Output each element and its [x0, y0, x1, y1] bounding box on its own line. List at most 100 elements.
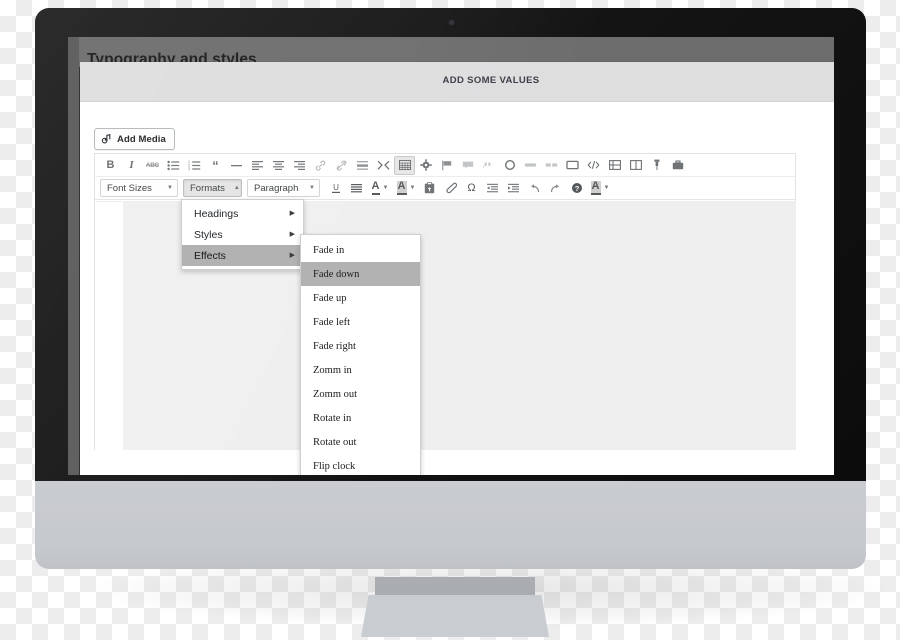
- underline-button[interactable]: U: [325, 179, 346, 198]
- monitor-chin: [35, 481, 866, 569]
- chevron-up-icon: ▲: [233, 185, 240, 191]
- add-media-icon: [101, 133, 112, 145]
- clear-formatting-button[interactable]: [440, 179, 461, 198]
- menu-item-headings[interactable]: Headings ▶: [182, 203, 303, 224]
- extra-color-button[interactable]: A ▼: [587, 179, 613, 198]
- menu-item-styles[interactable]: Styles ▶: [182, 224, 303, 245]
- chevron-down-icon: ▼: [382, 185, 389, 191]
- italic-button[interactable]: I: [121, 156, 142, 175]
- flag-icon-button[interactable]: [436, 156, 457, 175]
- align-center-button[interactable]: [268, 156, 289, 175]
- background-color-a-glyph: A: [396, 181, 407, 195]
- effects-item-fade-left[interactable]: Fade left: [301, 310, 420, 334]
- align-right-button[interactable]: [289, 156, 310, 175]
- effects-item-zomm-in[interactable]: Zomm in: [301, 358, 420, 382]
- insert-link-button[interactable]: [310, 156, 331, 175]
- briefcase-icon-button[interactable]: [667, 156, 688, 175]
- effects-item-fade-right[interactable]: Fade right: [301, 334, 420, 358]
- settings-gear-button[interactable]: [415, 156, 436, 175]
- bulleted-list-button[interactable]: [163, 156, 184, 175]
- menu-item-effects[interactable]: Effects ▶: [182, 245, 303, 266]
- chevron-down-icon: ▼: [309, 185, 315, 191]
- special-character-button[interactable]: Ω: [461, 179, 482, 198]
- text-color-a-glyph: A: [371, 181, 380, 195]
- panel-header-label: ADD SOME VALUES: [442, 75, 540, 86]
- menu-item-label: Headings: [194, 207, 239, 220]
- effects-item-label: Fade left: [313, 316, 351, 328]
- chevron-right-icon: ▶: [289, 252, 295, 259]
- svg-text:U: U: [333, 183, 339, 192]
- horizontal-rule-button[interactable]: [226, 156, 247, 175]
- undo-button[interactable]: [524, 179, 545, 198]
- formats-label: Formats: [190, 182, 225, 194]
- grid-layout-button[interactable]: [604, 156, 625, 175]
- effects-item-label: Zomm out: [313, 388, 358, 400]
- blockquote-button[interactable]: “: [205, 156, 226, 175]
- chevron-right-icon: ▶: [289, 231, 295, 238]
- numbered-list-button[interactable]: 1 2 3: [184, 156, 205, 175]
- paragraph-label: Paragraph: [254, 182, 299, 194]
- effects-item-zomm-out[interactable]: Zomm out: [301, 382, 420, 406]
- background-color-button[interactable]: A ▼: [393, 179, 419, 198]
- monitor-stand-neck: [375, 577, 535, 595]
- source-code-button[interactable]: [583, 156, 604, 175]
- quote-block-button[interactable]: [478, 156, 499, 175]
- effects-item-flip-clock[interactable]: Flip clock: [301, 454, 420, 475]
- font-sizes-select[interactable]: Font Sizes ▼: [100, 179, 178, 197]
- effects-item-label: Fade up: [313, 292, 347, 304]
- indent-button[interactable]: [503, 179, 524, 198]
- chevron-down-icon: ▼: [409, 185, 416, 191]
- effects-item-fade-up[interactable]: Fade up: [301, 286, 420, 310]
- panel-header: ADD SOME VALUES: [80, 62, 834, 102]
- camera-icon: [449, 20, 454, 25]
- effects-item-label: Fade down: [313, 268, 360, 280]
- svg-text:3: 3: [188, 167, 190, 171]
- menu-item-label: Effects: [194, 249, 226, 262]
- formats-select[interactable]: Formats ▲: [183, 179, 242, 197]
- paste-as-text-button[interactable]: [419, 179, 440, 198]
- text-color-button[interactable]: A ▼: [367, 179, 393, 198]
- align-left-button[interactable]: [247, 156, 268, 175]
- effects-item-label: Fade in: [313, 244, 345, 256]
- extra-color-a-glyph: A: [590, 181, 601, 195]
- remove-link-button[interactable]: [331, 156, 352, 175]
- pill-button-icon[interactable]: [520, 156, 541, 175]
- effects-item-label: Rotate in: [313, 412, 352, 424]
- effects-item-rotate-out[interactable]: Rotate out: [301, 430, 420, 454]
- toolbar-toggle-button[interactable]: [394, 155, 415, 175]
- distraction-free-button[interactable]: [373, 156, 394, 175]
- paragraph-select[interactable]: Paragraph ▼: [247, 179, 320, 197]
- tinymce-editor: B I ABC 1 2 3 “ Font Sizes ▼ Formats ▲ P…: [94, 153, 796, 451]
- imac-monitor: Typography and styles ADD SOME VALUES Ad…: [35, 8, 885, 637]
- effects-item-label: Flip clock: [313, 460, 356, 472]
- monitor-stand-foot: [361, 595, 549, 637]
- insert-read-more-button[interactable]: [352, 156, 373, 175]
- bold-button[interactable]: B: [100, 156, 121, 175]
- justify-button[interactable]: [346, 179, 367, 198]
- frame-icon-button[interactable]: [562, 156, 583, 175]
- toolbar-row-2: Font Sizes ▼ Formats ▲ Paragraph ▼ U A ▼…: [95, 177, 795, 200]
- columns-two-button[interactable]: [541, 156, 562, 175]
- left-rail: [68, 37, 79, 475]
- add-media-label: Add Media: [117, 133, 166, 145]
- effects-item-fade-down[interactable]: Fade down: [301, 262, 420, 286]
- svg-text:?: ?: [574, 184, 579, 193]
- chevron-down-icon: ▼: [167, 185, 173, 191]
- outdent-button[interactable]: [482, 179, 503, 198]
- effects-item-fade-in[interactable]: Fade in: [301, 238, 420, 262]
- split-layout-button[interactable]: [625, 156, 646, 175]
- add-media-button[interactable]: Add Media: [94, 128, 175, 150]
- circle-icon-button[interactable]: [499, 156, 520, 175]
- effects-item-label: Zomm in: [313, 364, 352, 376]
- chevron-down-icon: ▼: [603, 185, 610, 191]
- effects-item-rotate-in[interactable]: Rotate in: [301, 406, 420, 430]
- comment-box-button[interactable]: [457, 156, 478, 175]
- effects-item-label: Fade right: [313, 340, 356, 352]
- font-sizes-label: Font Sizes: [107, 182, 152, 194]
- pin-icon-button[interactable]: [646, 156, 667, 175]
- strikethrough-button[interactable]: ABC: [142, 156, 163, 175]
- redo-button[interactable]: [545, 179, 566, 198]
- svg-text:ABC: ABC: [146, 163, 160, 169]
- keyboard-shortcuts-button[interactable]: ?: [566, 179, 587, 198]
- screen: Typography and styles ADD SOME VALUES Ad…: [68, 37, 834, 475]
